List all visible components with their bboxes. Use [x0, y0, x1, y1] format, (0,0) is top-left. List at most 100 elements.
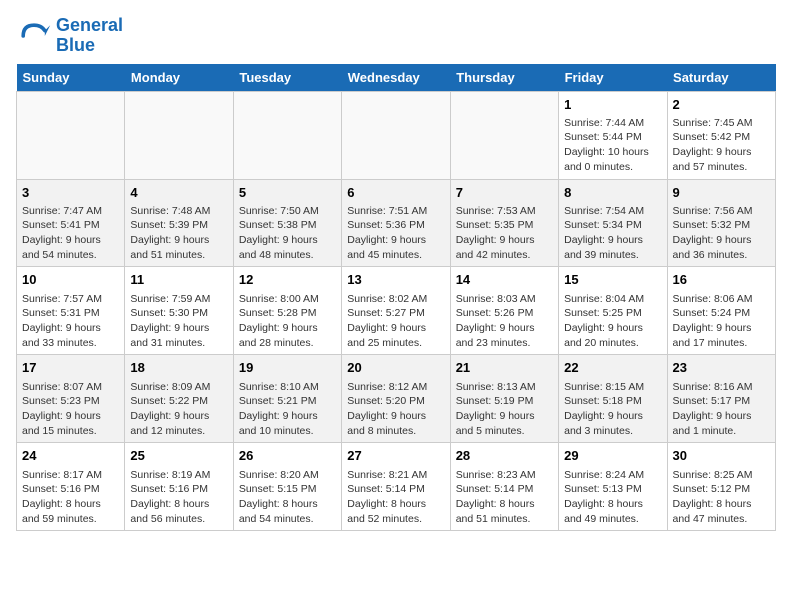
- day-info: Sunrise: 7:53 AM Sunset: 5:35 PM Dayligh…: [456, 204, 553, 263]
- day-info: Sunrise: 8:13 AM Sunset: 5:19 PM Dayligh…: [456, 380, 553, 439]
- page-header: General Blue: [16, 16, 776, 56]
- day-info: Sunrise: 8:02 AM Sunset: 5:27 PM Dayligh…: [347, 292, 444, 351]
- logo-icon: [16, 18, 52, 54]
- calendar-cell: 1Sunrise: 7:44 AM Sunset: 5:44 PM Daylig…: [559, 91, 667, 179]
- calendar-cell: 7 Sunrise: 7:53 AM Sunset: 5:35 PM Daylig…: [450, 179, 558, 267]
- calendar-cell: [450, 91, 558, 179]
- day-info: Sunrise: 8:00 AM Sunset: 5:28 PM Dayligh…: [239, 292, 336, 351]
- day-info: Sunrise: 8:17 AM Sunset: 5:16 PM Dayligh…: [22, 468, 119, 527]
- day-number: 21: [456, 359, 553, 377]
- calendar-cell: 13 Sunrise: 8:02 AM Sunset: 5:27 PM Dayli…: [342, 267, 450, 355]
- day-number: 10: [22, 271, 119, 289]
- day-info: Sunrise: 8:12 AM Sunset: 5:20 PM Dayligh…: [347, 380, 444, 439]
- day-number: 29: [564, 447, 661, 465]
- calendar-cell: 14Sunrise: 8:03 AM Sunset: 5:26 PM Dayli…: [450, 267, 558, 355]
- calendar-body: 1Sunrise: 7:44 AM Sunset: 5:44 PM Daylig…: [17, 91, 776, 531]
- calendar-week-3: 10 Sunrise: 7:57 AM Sunset: 5:31 PM Dayli…: [17, 267, 776, 355]
- calendar-cell: 15 Sunrise: 8:04 AM Sunset: 5:25 PM Dayli…: [559, 267, 667, 355]
- calendar-cell: [342, 91, 450, 179]
- calendar-cell: 21 Sunrise: 8:13 AM Sunset: 5:19 PM Dayli…: [450, 355, 558, 443]
- day-info: Sunrise: 8:03 AM Sunset: 5:26 PM Dayligh…: [456, 292, 553, 351]
- calendar-cell: 23Sunrise: 8:16 AM Sunset: 5:17 PM Dayli…: [667, 355, 775, 443]
- day-info: Sunrise: 8:21 AM Sunset: 5:14 PM Dayligh…: [347, 468, 444, 527]
- day-number: 9: [673, 184, 770, 202]
- calendar-cell: 3Sunrise: 7:47 AM Sunset: 5:41 PM Daylig…: [17, 179, 125, 267]
- calendar-cell: 29 Sunrise: 8:24 AM Sunset: 5:13 PM Dayli…: [559, 443, 667, 531]
- calendar-cell: 11 Sunrise: 7:59 AM Sunset: 5:30 PM Dayli…: [125, 267, 233, 355]
- calendar-cell: 19Sunrise: 8:10 AM Sunset: 5:21 PM Dayli…: [233, 355, 341, 443]
- logo-text: General Blue: [56, 16, 123, 56]
- day-info: Sunrise: 7:47 AM Sunset: 5:41 PM Dayligh…: [22, 204, 119, 263]
- day-info: Sunrise: 8:16 AM Sunset: 5:17 PM Dayligh…: [673, 380, 770, 439]
- day-number: 1: [564, 96, 661, 114]
- day-info: Sunrise: 7:51 AM Sunset: 5:36 PM Dayligh…: [347, 204, 444, 263]
- weekday-header-sunday: Sunday: [17, 64, 125, 92]
- calendar-week-5: 24 Sunrise: 8:17 AM Sunset: 5:16 PM Dayli…: [17, 443, 776, 531]
- day-info: Sunrise: 7:54 AM Sunset: 5:34 PM Dayligh…: [564, 204, 661, 263]
- day-number: 7: [456, 184, 553, 202]
- calendar-cell: 17 Sunrise: 8:07 AM Sunset: 5:23 PM Dayli…: [17, 355, 125, 443]
- day-info: Sunrise: 8:04 AM Sunset: 5:25 PM Dayligh…: [564, 292, 661, 351]
- day-number: 26: [239, 447, 336, 465]
- calendar-cell: [125, 91, 233, 179]
- day-number: 19: [239, 359, 336, 377]
- calendar-cell: 24 Sunrise: 8:17 AM Sunset: 5:16 PM Dayli…: [17, 443, 125, 531]
- day-number: 8: [564, 184, 661, 202]
- day-number: 5: [239, 184, 336, 202]
- day-number: 30: [673, 447, 770, 465]
- day-number: 18: [130, 359, 227, 377]
- calendar-week-2: 3Sunrise: 7:47 AM Sunset: 5:41 PM Daylig…: [17, 179, 776, 267]
- day-info: Sunrise: 8:07 AM Sunset: 5:23 PM Dayligh…: [22, 380, 119, 439]
- day-number: 17: [22, 359, 119, 377]
- day-info: Sunrise: 8:19 AM Sunset: 5:16 PM Dayligh…: [130, 468, 227, 527]
- day-number: 24: [22, 447, 119, 465]
- day-number: 15: [564, 271, 661, 289]
- calendar-cell: 22 Sunrise: 8:15 AM Sunset: 5:18 PM Dayli…: [559, 355, 667, 443]
- calendar-cell: 18 Sunrise: 8:09 AM Sunset: 5:22 PM Dayli…: [125, 355, 233, 443]
- calendar-cell: 10 Sunrise: 7:57 AM Sunset: 5:31 PM Dayli…: [17, 267, 125, 355]
- calendar-cell: [17, 91, 125, 179]
- calendar-cell: 20Sunrise: 8:12 AM Sunset: 5:20 PM Dayli…: [342, 355, 450, 443]
- day-number: 16: [673, 271, 770, 289]
- day-info: Sunrise: 8:15 AM Sunset: 5:18 PM Dayligh…: [564, 380, 661, 439]
- day-number: 22: [564, 359, 661, 377]
- day-info: Sunrise: 8:20 AM Sunset: 5:15 PM Dayligh…: [239, 468, 336, 527]
- calendar-cell: 16 Sunrise: 8:06 AM Sunset: 5:24 PM Dayli…: [667, 267, 775, 355]
- calendar-cell: 2 Sunrise: 7:45 AM Sunset: 5:42 PM Daylig…: [667, 91, 775, 179]
- calendar-cell: 4Sunrise: 7:48 AM Sunset: 5:39 PM Daylig…: [125, 179, 233, 267]
- day-info: Sunrise: 7:45 AM Sunset: 5:42 PM Dayligh…: [673, 116, 770, 175]
- weekday-header-saturday: Saturday: [667, 64, 775, 92]
- calendar-cell: 8 Sunrise: 7:54 AM Sunset: 5:34 PM Daylig…: [559, 179, 667, 267]
- calendar-cell: 30Sunrise: 8:25 AM Sunset: 5:12 PM Dayli…: [667, 443, 775, 531]
- day-number: 6: [347, 184, 444, 202]
- calendar-cell: 25 Sunrise: 8:19 AM Sunset: 5:16 PM Dayli…: [125, 443, 233, 531]
- weekday-header-thursday: Thursday: [450, 64, 558, 92]
- calendar-cell: 9Sunrise: 7:56 AM Sunset: 5:32 PM Daylig…: [667, 179, 775, 267]
- calendar-header-row: SundayMondayTuesdayWednesdayThursdayFrid…: [17, 64, 776, 92]
- day-number: 12: [239, 271, 336, 289]
- calendar-cell: 27Sunrise: 8:21 AM Sunset: 5:14 PM Dayli…: [342, 443, 450, 531]
- calendar-table: SundayMondayTuesdayWednesdayThursdayFrid…: [16, 64, 776, 532]
- day-info: Sunrise: 7:50 AM Sunset: 5:38 PM Dayligh…: [239, 204, 336, 263]
- day-info: Sunrise: 8:06 AM Sunset: 5:24 PM Dayligh…: [673, 292, 770, 351]
- day-info: Sunrise: 7:48 AM Sunset: 5:39 PM Dayligh…: [130, 204, 227, 263]
- day-number: 25: [130, 447, 227, 465]
- calendar-cell: 5 Sunrise: 7:50 AM Sunset: 5:38 PM Daylig…: [233, 179, 341, 267]
- calendar-cell: 26 Sunrise: 8:20 AM Sunset: 5:15 PM Dayli…: [233, 443, 341, 531]
- calendar-cell: 12 Sunrise: 8:00 AM Sunset: 5:28 PM Dayli…: [233, 267, 341, 355]
- day-info: Sunrise: 8:24 AM Sunset: 5:13 PM Dayligh…: [564, 468, 661, 527]
- logo: General Blue: [16, 16, 123, 56]
- weekday-header-monday: Monday: [125, 64, 233, 92]
- weekday-header-friday: Friday: [559, 64, 667, 92]
- day-number: 11: [130, 271, 227, 289]
- calendar-cell: 28Sunrise: 8:23 AM Sunset: 5:14 PM Dayli…: [450, 443, 558, 531]
- calendar-week-4: 17 Sunrise: 8:07 AM Sunset: 5:23 PM Dayli…: [17, 355, 776, 443]
- day-info: Sunrise: 7:59 AM Sunset: 5:30 PM Dayligh…: [130, 292, 227, 351]
- day-number: 13: [347, 271, 444, 289]
- day-info: Sunrise: 7:57 AM Sunset: 5:31 PM Dayligh…: [22, 292, 119, 351]
- day-number: 2: [673, 96, 770, 114]
- calendar-cell: 6 Sunrise: 7:51 AM Sunset: 5:36 PM Daylig…: [342, 179, 450, 267]
- day-info: Sunrise: 8:09 AM Sunset: 5:22 PM Dayligh…: [130, 380, 227, 439]
- weekday-header-tuesday: Tuesday: [233, 64, 341, 92]
- day-info: Sunrise: 8:23 AM Sunset: 5:14 PM Dayligh…: [456, 468, 553, 527]
